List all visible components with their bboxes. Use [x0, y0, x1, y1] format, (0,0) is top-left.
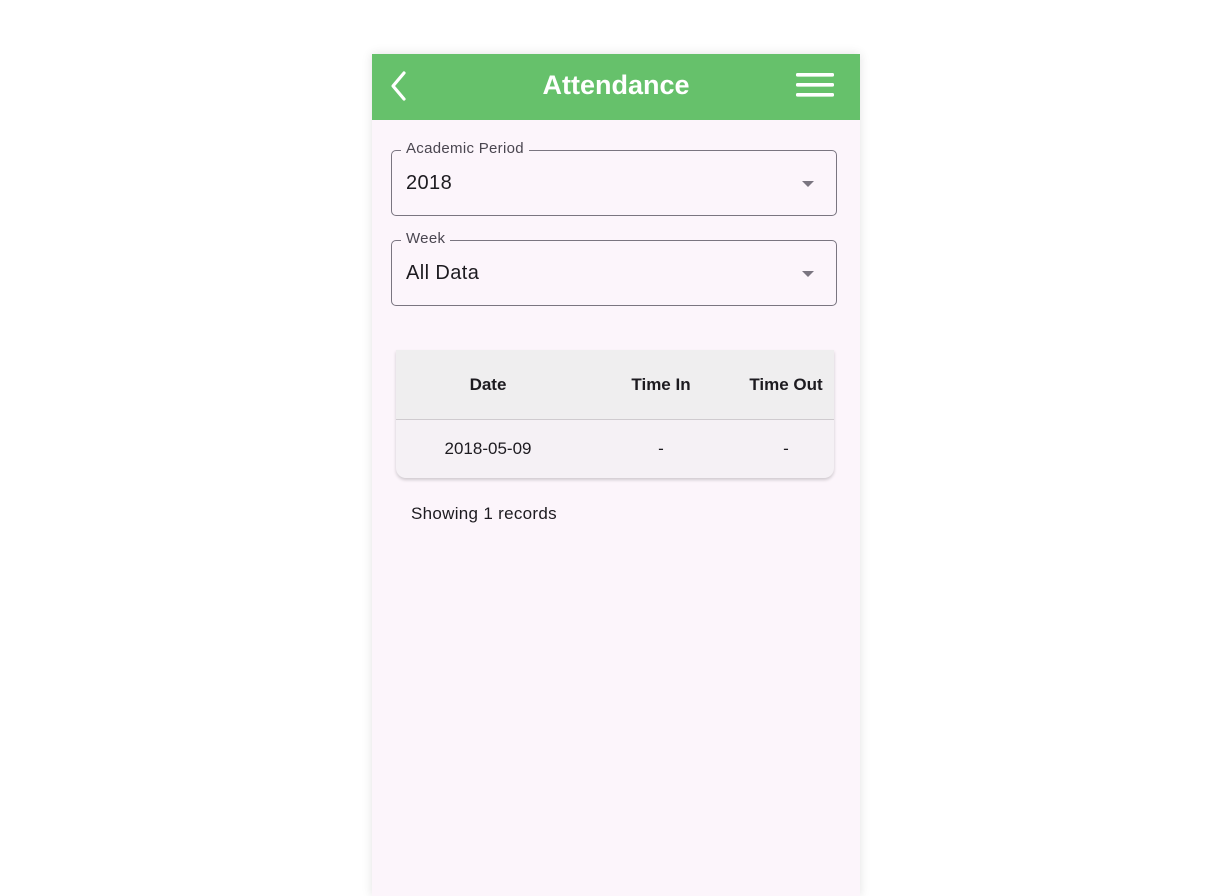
page-title: Attendance	[542, 70, 690, 100]
column-header-date[interactable]: Date	[428, 350, 548, 419]
table-header: Date Time In Time Out	[396, 350, 834, 420]
column-header-time-out[interactable]: Time Out	[736, 350, 834, 419]
cell-time-in: -	[658, 439, 664, 458]
records-count: Showing 1 records	[411, 504, 557, 523]
dropdown-arrow-icon	[802, 181, 814, 187]
dropdown-arrow-icon	[802, 271, 814, 277]
menu-button[interactable]	[792, 68, 836, 104]
academic-period-value: 2018	[406, 172, 453, 194]
week-value: All Data	[406, 262, 480, 284]
cell-time-out: -	[783, 439, 789, 458]
hamburger-menu-icon	[796, 73, 834, 97]
cell-date: 2018-05-09	[444, 439, 532, 458]
phone-screen: Attendance Academic Period 2018 Week All…	[372, 54, 860, 896]
column-header-time-in[interactable]: Time In	[586, 350, 736, 419]
week-dropdown[interactable]: Week All Data	[391, 230, 837, 306]
academic-period-dropdown[interactable]: Academic Period 2018	[391, 140, 837, 216]
app-bar: Attendance	[372, 54, 860, 120]
attendance-table: Date Time In Time Out 2018-05-09 - -	[396, 350, 834, 478]
